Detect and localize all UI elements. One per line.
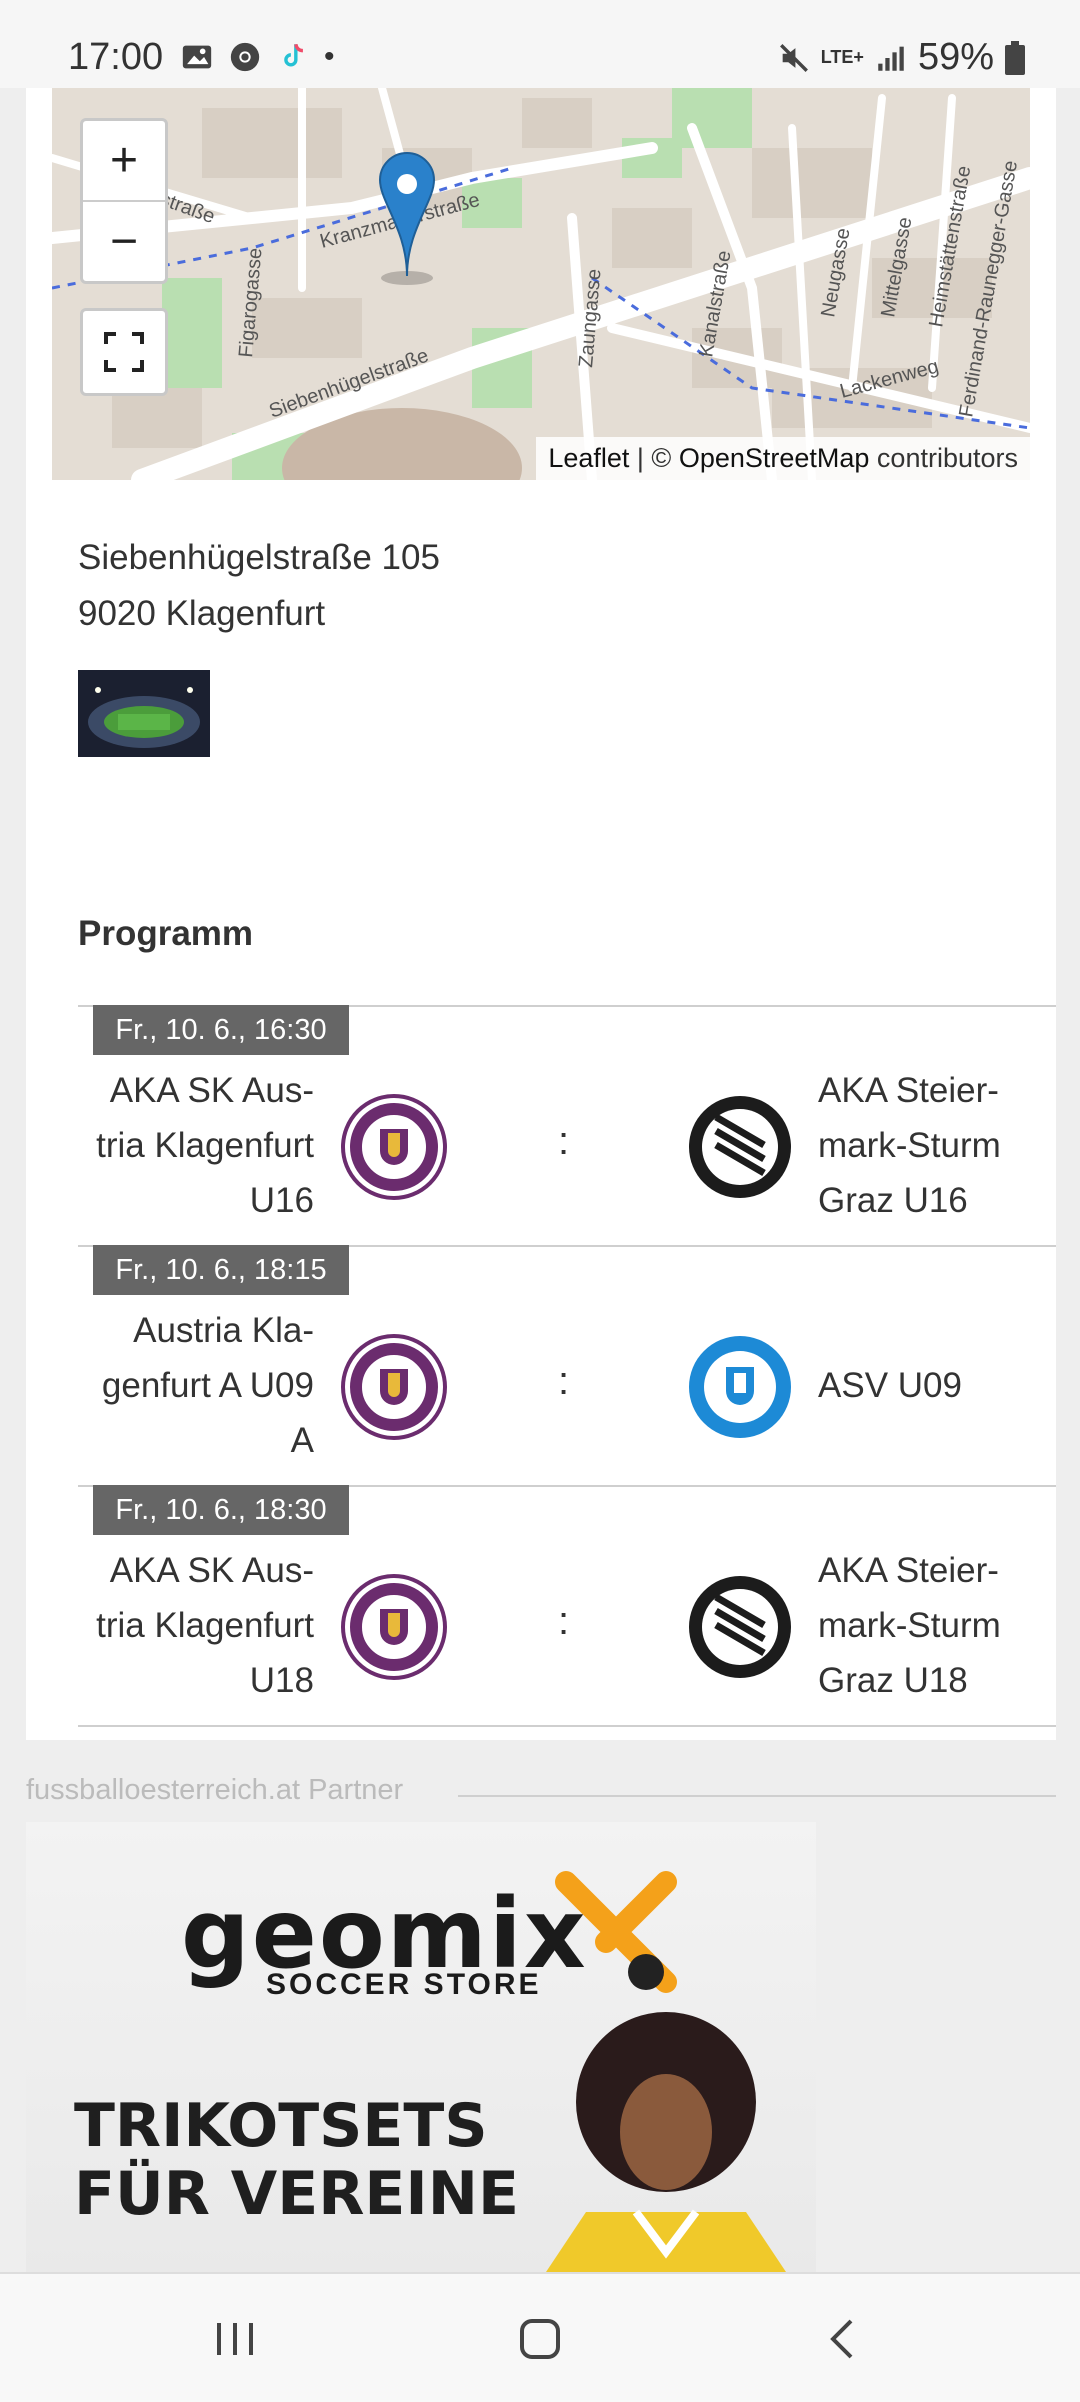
fullscreen-button[interactable] <box>80 308 168 396</box>
ad-subtitle: SOCCER STORE <box>266 1968 542 2001</box>
away-team[interactable]: AKA Steier- mark-Sturm Graz U16 <box>818 1055 1048 1235</box>
notification-icons: • <box>180 40 335 74</box>
home-team-name: AKA SK Aus- tria Klagenfurt U16 <box>96 1070 314 1220</box>
score-separator: : <box>558 1119 570 1163</box>
tiktok-icon <box>284 43 304 67</box>
away-team[interactable]: AKA Steier- mark-Sturm Graz U18 <box>818 1535 1048 1715</box>
home-team-name: AKA SK Aus- tria Klagenfurt U18 <box>96 1550 314 1700</box>
map-attribution: Leaflet | © OpenStreetMap contributors <box>536 437 1030 480</box>
geomix-x-logo-icon <box>555 1871 677 1993</box>
system-icons: LTE+ 59% <box>777 36 1026 79</box>
home-team[interactable]: AKA SK Aus- tria Klagenfurt U18 <box>78 1535 314 1715</box>
match-row[interactable]: Fr., 10. 6., 18:30 AKA SK Aus- tria Klag… <box>78 1485 1056 1727</box>
away-team-name: AKA Steier- mark-Sturm Graz U18 <box>818 1550 1001 1700</box>
status-time: 17:00 <box>68 36 164 78</box>
austria-klagenfurt-logo-icon <box>341 1334 447 1440</box>
battery-percent: 59% <box>917 36 994 78</box>
away-team-name: AKA Steier- mark-Sturm Graz U16 <box>818 1070 1001 1220</box>
home-icon <box>520 2319 560 2359</box>
sturm-graz-logo-icon <box>689 1096 791 1198</box>
network-type: LTE+ <box>820 47 864 67</box>
ad-headline-line1: TRIKOTSETS <box>74 2091 488 2161</box>
back-button[interactable] <box>808 2304 878 2374</box>
recent-apps-button[interactable] <box>200 2304 270 2374</box>
ad-headline-line2: FÜR VEREINE <box>74 2159 519 2229</box>
venue-address: Siebenhügelstraße 105 9020 Klagenfurt <box>78 530 440 642</box>
partner-ad-banner[interactable]: geomix SOCCER STORE TRIKOTSETS FÜR VEREI… <box>26 1822 816 2272</box>
osm-link[interactable]: OpenStreetMap <box>679 443 870 473</box>
score-separator: : <box>558 1599 570 1643</box>
partner-label: fussballoesterreich.at Partner <box>26 1774 404 1806</box>
annabichler-sv-logo-icon <box>689 1336 791 1438</box>
zoom-out-button[interactable]: − <box>83 202 165 281</box>
leaflet-link[interactable]: Leaflet <box>548 443 629 473</box>
zoom-control: + − <box>80 118 168 284</box>
zoom-in-button[interactable]: + <box>83 121 165 202</box>
austria-klagenfurt-logo-icon <box>341 1094 447 1200</box>
more-notifications-dot: • <box>324 40 335 73</box>
ad-model-illustration <box>546 2012 786 2272</box>
recent-apps-icon <box>217 2323 253 2355</box>
austria-klagenfurt-logo-icon <box>341 1574 447 1680</box>
system-nav-bar <box>0 2272 1080 2402</box>
away-team-name: ASV U09 <box>818 1365 962 1405</box>
home-team[interactable]: AKA SK Aus- tria Klagenfurt U16 <box>78 1055 314 1235</box>
fullscreen-icon <box>104 332 144 372</box>
home-team[interactable]: Austria Kla- genfurt A U09 A <box>78 1295 314 1475</box>
match-date-badge: Fr., 10. 6., 18:15 <box>93 1245 349 1295</box>
score-separator: : <box>558 1359 570 1403</box>
match-date-badge: Fr., 10. 6., 18:30 <box>93 1485 349 1535</box>
partner-divider <box>458 1795 1056 1797</box>
chrome-icon <box>230 42 260 72</box>
attribution-tail: contributors <box>869 443 1018 473</box>
map-tiles[interactable]: erstraße Kranzmayerstraße Siebenhügelstr… <box>52 88 1030 480</box>
sturm-graz-logo-icon <box>689 1576 791 1678</box>
attribution-separator: | © <box>629 443 679 473</box>
status-bar: 17:00 • LTE+ 59% <box>0 0 1080 88</box>
back-icon <box>830 2319 853 2359</box>
signal-icon <box>878 46 904 71</box>
battery-icon <box>1005 40 1025 75</box>
home-button[interactable] <box>505 2304 575 2374</box>
gallery-icon <box>182 45 212 69</box>
stadium-thumbnail[interactable] <box>78 670 210 757</box>
venue-card: erstraße Kranzmayerstraße Siebenhügelstr… <box>26 88 1056 1740</box>
match-row[interactable]: Fr., 10. 6., 18:15 Austria Kla- genfurt … <box>78 1245 1056 1485</box>
address-street: Siebenhügelstraße 105 <box>78 538 440 577</box>
match-list: Fr., 10. 6., 16:30 AKA SK Aus- tria Klag… <box>78 1005 1056 1727</box>
away-team[interactable]: ASV U09 <box>818 1295 1048 1475</box>
map[interactable]: erstraße Kranzmayerstraße Siebenhügelstr… <box>52 88 1030 480</box>
ad-headline: TRIKOTSETS FÜR VEREINE <box>74 2092 519 2228</box>
match-date-badge: Fr., 10. 6., 16:30 <box>93 1005 349 1055</box>
home-team-name: Austria Kla- genfurt A U09 A <box>101 1310 314 1460</box>
address-city: 9020 Klagenfurt <box>78 594 326 633</box>
mute-icon <box>779 43 808 72</box>
program-title: Programm <box>78 914 254 953</box>
match-row[interactable]: Fr., 10. 6., 16:30 AKA SK Aus- tria Klag… <box>78 1005 1056 1245</box>
